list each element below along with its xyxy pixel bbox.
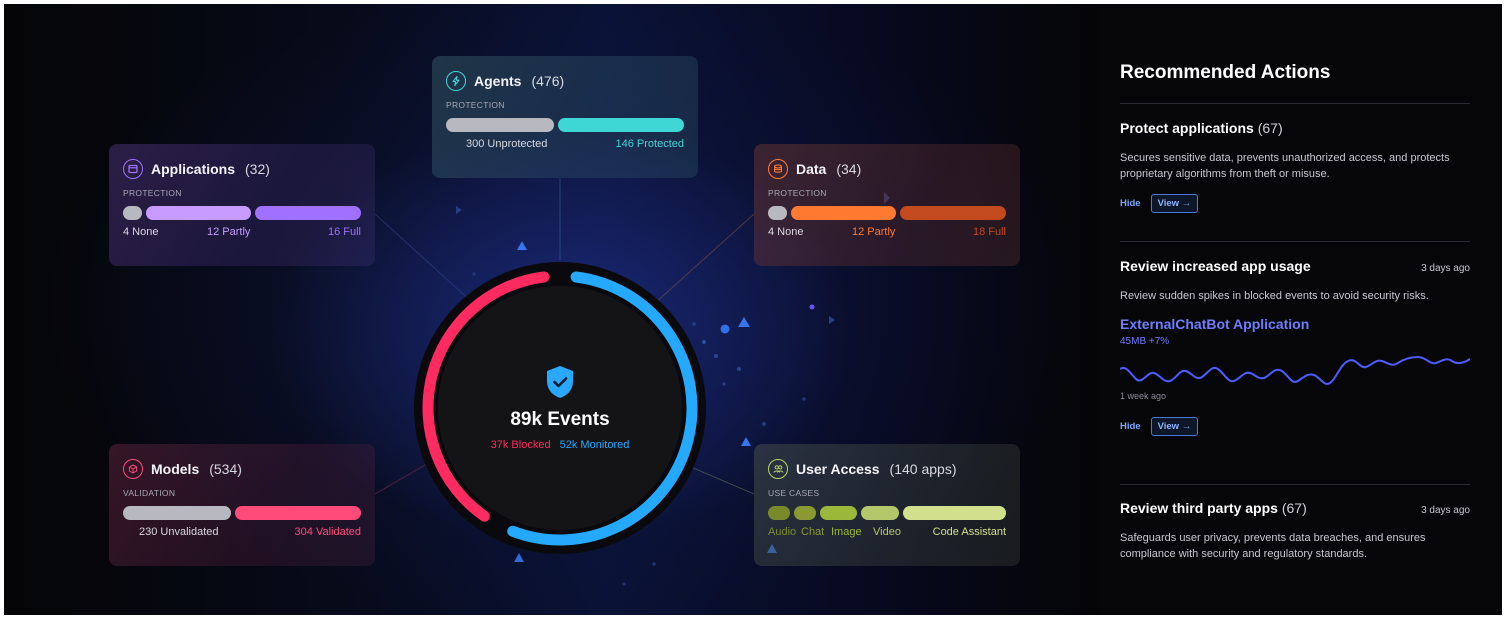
user-access-subtitle: USE CASES	[768, 488, 820, 498]
applications-card[interactable]: Applications (32) PROTECTION 4 None 12 P…	[109, 144, 375, 266]
code-assistant-label: Code Assistant	[932, 526, 1006, 538]
app-usage-stat: 45MB +7%	[1120, 336, 1170, 347]
agents-subtitle: PROTECTION	[446, 100, 505, 110]
applications-protection-bar	[123, 206, 361, 220]
agents-title: Agents	[474, 73, 522, 89]
models-subtitle: VALIDATION	[123, 488, 176, 498]
chat-segment	[793, 506, 816, 520]
models-validated-label: 304 Validated	[294, 526, 361, 538]
agents-count: (476)	[531, 73, 565, 89]
data-full-label: 18 Full	[972, 226, 1006, 238]
models-card[interactable]: Models (534) VALIDATION 230 Unvalidated …	[109, 444, 375, 566]
video-label: Video	[873, 526, 901, 538]
agents-protected-label: 146 Protected	[615, 138, 685, 150]
action-description: Safeguards user privacy, prevents data b…	[1120, 532, 1426, 560]
audio-segment	[768, 506, 790, 520]
window-icon	[123, 159, 143, 179]
database-icon	[768, 159, 788, 179]
action-review-third-party-apps: Review third party apps (67) 3 days ago …	[1120, 500, 1470, 562]
panel-title: Recommended Actions	[1120, 62, 1331, 83]
applications-full-segment	[255, 206, 361, 220]
action-title: Review third party apps	[1120, 500, 1278, 516]
image-label: Image	[831, 526, 862, 538]
data-partly-segment	[790, 206, 897, 220]
view-button[interactable]: View →	[1150, 194, 1199, 213]
action-count: (67)	[1257, 120, 1283, 136]
applications-full-label: 16 Full	[327, 226, 361, 238]
agents-card[interactable]: Agents (476) PROTECTION 300 Unprotected …	[432, 56, 698, 178]
models-title: Models	[151, 461, 200, 477]
applications-partly-label: 12 Partly	[207, 226, 251, 238]
events-ring[interactable]: 89k Events 37k Blocked 52k Monitored	[412, 260, 708, 556]
action-review-app-usage: Review increased app usage 3 days ago Re…	[1120, 258, 1470, 436]
image-segment	[819, 506, 858, 520]
dashboard-frame: Applications (32) PROTECTION 4 None 12 P…	[4, 4, 1502, 615]
user-access-card[interactable]: User Access (140 apps) USE CASES Audio C…	[754, 444, 1020, 566]
recommended-actions-panel: Recommended Actions Protect applications…	[1098, 4, 1502, 615]
data-none-segment	[768, 206, 787, 220]
user-access-title: User Access	[796, 461, 880, 477]
models-count: (534)	[209, 461, 242, 477]
data-card[interactable]: Data (34) PROTECTION 4 None 12 Partly 18…	[754, 144, 1020, 266]
models-unvalidated-segment	[123, 506, 232, 520]
data-partly-label: 12 Partly	[852, 226, 896, 238]
action-title: Protect applications	[1120, 120, 1254, 136]
sparkline-caption: 1 week ago	[1120, 391, 1167, 401]
user-access-count: (140 apps)	[889, 461, 957, 477]
app-name-link[interactable]: ExternalChatBot Application	[1120, 316, 1470, 332]
models-validated-segment	[235, 506, 361, 520]
shield-check-icon	[547, 366, 573, 398]
code-assistant-segment	[902, 506, 1006, 520]
applications-none-label: 4 None	[123, 226, 159, 238]
action-description: Secures sensitive data, prevents unautho…	[1120, 152, 1450, 180]
data-none-label: 4 None	[768, 226, 804, 238]
data-protection-bar	[768, 206, 1006, 220]
applications-partly-segment	[145, 206, 252, 220]
hide-button[interactable]: Hide	[1120, 421, 1141, 432]
cube-icon	[123, 459, 143, 479]
action-time: 3 days ago	[1421, 505, 1470, 516]
divider	[1120, 103, 1470, 104]
bolt-icon	[446, 71, 466, 91]
action-count: (67)	[1281, 500, 1307, 516]
divider	[1120, 241, 1470, 242]
action-time: 3 days ago	[1421, 263, 1470, 274]
action-protect-applications: Protect applications (67) Secures sensit…	[1120, 120, 1470, 213]
data-subtitle: PROTECTION	[768, 188, 827, 198]
events-overview-stage: Applications (32) PROTECTION 4 None 12 P…	[4, 4, 1098, 615]
agents-protection-bar	[446, 118, 684, 132]
applications-subtitle: PROTECTION	[123, 188, 182, 198]
action-title: Review increased app usage	[1120, 258, 1311, 274]
models-validation-bar	[123, 506, 361, 520]
data-full-segment	[900, 206, 1006, 220]
users-icon	[768, 459, 788, 479]
applications-none-segment	[123, 206, 142, 220]
action-description: Review sudden spikes in blocked events t…	[1120, 290, 1429, 302]
view-button[interactable]: View →	[1150, 417, 1199, 436]
data-title: Data	[796, 161, 827, 177]
agents-unprotected-segment	[446, 118, 555, 132]
audio-label: Audio	[768, 526, 797, 538]
blocked-count: 37k Blocked	[490, 439, 551, 451]
monitored-count: 52k Monitored	[559, 439, 630, 451]
events-total: 89k Events	[510, 409, 610, 430]
usage-sparkline	[1120, 355, 1470, 385]
divider	[1120, 484, 1470, 485]
chat-label: Chat	[801, 526, 825, 538]
applications-count: (32)	[245, 161, 270, 177]
hide-button[interactable]: Hide	[1120, 198, 1141, 209]
models-unvalidated-label: 230 Unvalidated	[139, 526, 219, 538]
agents-protected-segment	[558, 118, 684, 132]
user-access-use-case-bar	[768, 506, 1006, 520]
video-segment	[861, 506, 899, 520]
data-count: (34)	[836, 161, 862, 177]
applications-title: Applications	[151, 161, 236, 177]
agents-unprotected-label: 300 Unprotected	[466, 138, 548, 150]
